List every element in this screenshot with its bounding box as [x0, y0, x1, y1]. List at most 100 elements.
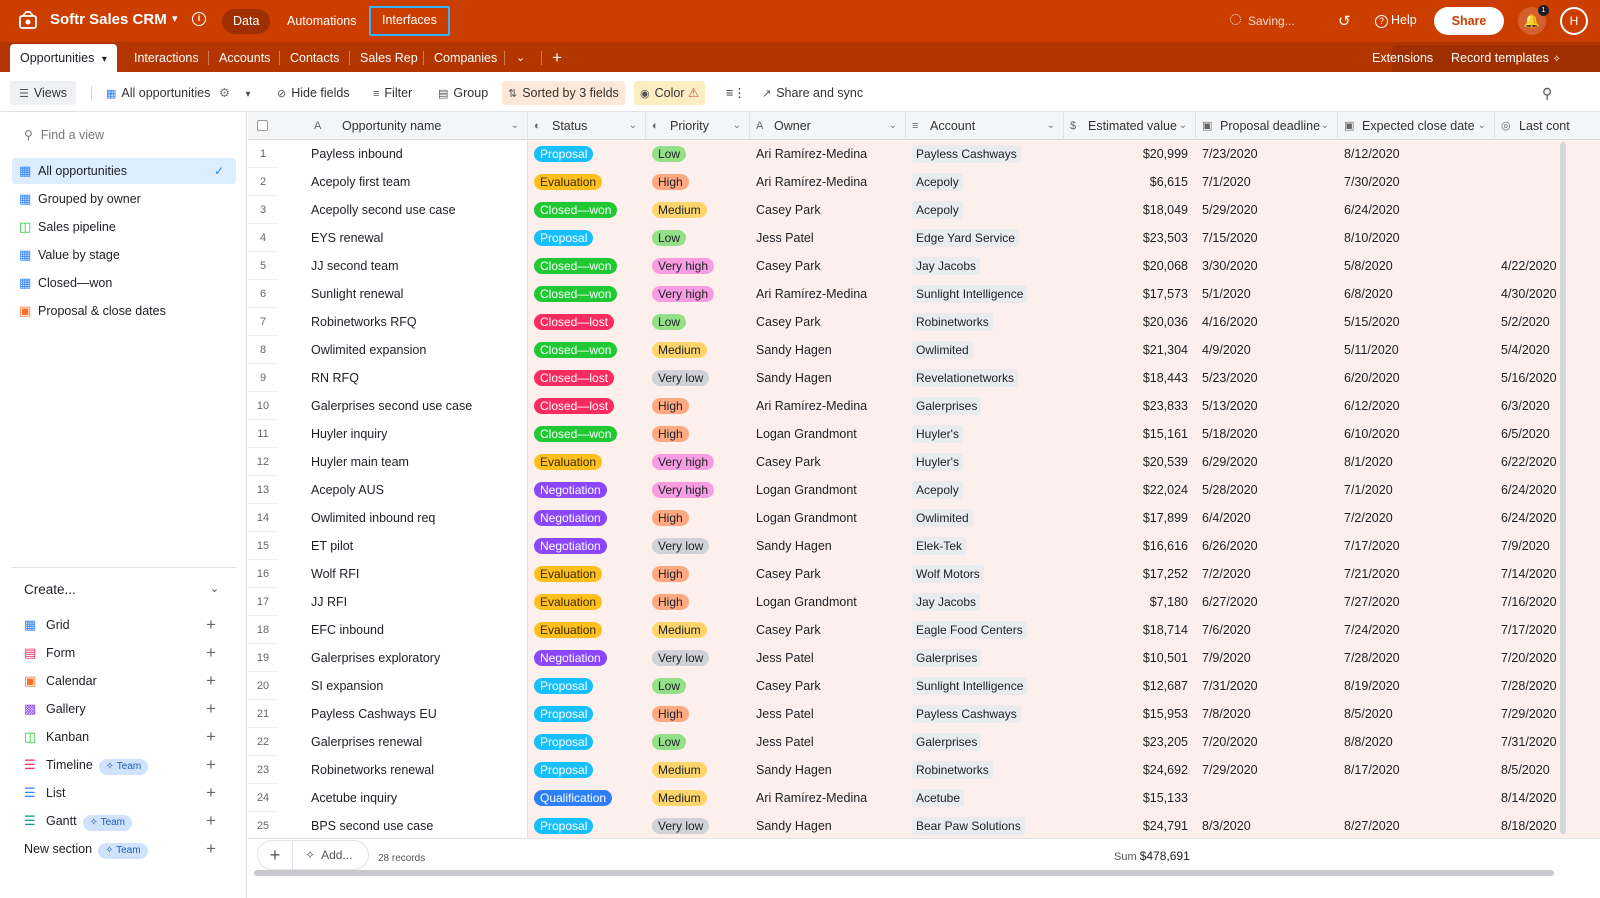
account-cell[interactable]: Acepoly [906, 196, 1064, 224]
proposal-deadline-cell[interactable]: 7/20/2020 [1196, 728, 1338, 756]
expected-close-cell[interactable]: 8/12/2020 [1338, 140, 1495, 168]
status-cell[interactable]: Proposal [528, 224, 646, 252]
color-button[interactable]: ◉ Color ⚠ [634, 81, 706, 105]
opportunity-name-cell[interactable]: Galerprises second use case [278, 392, 528, 420]
account-cell[interactable]: Owlimited [906, 504, 1064, 532]
select-all-checkbox[interactable] [257, 120, 268, 131]
priority-cell[interactable]: Very high [646, 448, 750, 476]
column-header[interactable]: A Owner ⌄ [750, 112, 906, 140]
chevron-down-icon[interactable]: ▾ [102, 54, 107, 65]
share-button[interactable]: Share [1434, 7, 1504, 35]
owner-cell[interactable]: Casey Park [750, 448, 906, 476]
account-chip[interactable]: Elek-Tek [912, 537, 967, 555]
find-view-input[interactable]: ⚲ Find a view [24, 128, 104, 142]
priority-cell[interactable]: Low [646, 224, 750, 252]
app-logo-icon[interactable] [18, 10, 38, 30]
priority-cell[interactable]: High [646, 560, 750, 588]
owner-cell[interactable]: Logan Grandmont [750, 504, 906, 532]
priority-cell[interactable]: Medium [646, 196, 750, 224]
estimated-value-cell[interactable]: $18,049 [1064, 196, 1196, 224]
status-cell[interactable]: Closed—lost [528, 392, 646, 420]
proposal-deadline-cell[interactable]: 4/9/2020 [1196, 336, 1338, 364]
account-cell[interactable]: Elek-Tek [906, 532, 1064, 560]
chevron-down-icon[interactable]: ⌄ [1321, 112, 1329, 140]
owner-cell[interactable]: Ari Ramírez-Medina [750, 392, 906, 420]
table-row[interactable]: 3 Acepolly second use case Closed—won Mediu… [248, 196, 1600, 224]
expected-close-cell[interactable]: 7/28/2020 [1338, 644, 1495, 672]
sidebar-view-item[interactable]: ▣ Proposal & close dates [12, 298, 236, 324]
last-contact-cell[interactable] [1495, 168, 1600, 196]
status-cell[interactable]: Closed—won [528, 420, 646, 448]
opportunity-name-cell[interactable]: Huyler inquiry [278, 420, 528, 448]
priority-cell[interactable]: Low [646, 308, 750, 336]
plus-icon[interactable]: + [206, 668, 216, 694]
proposal-deadline-cell[interactable]: 6/26/2020 [1196, 532, 1338, 560]
create-view-item[interactable]: ☰ List + [22, 780, 222, 806]
opportunity-name-cell[interactable]: Robinetworks RFQ [278, 308, 528, 336]
expected-close-cell[interactable]: 8/27/2020 [1338, 812, 1495, 840]
priority-cell[interactable]: Very low [646, 644, 750, 672]
plus-icon[interactable]: + [206, 808, 216, 834]
table-row[interactable]: 5 JJ second team Closed—won Very high Casey … [248, 252, 1600, 280]
chevron-down-icon[interactable]: ⌄ [511, 112, 519, 140]
opportunity-name-cell[interactable]: Acepoly AUS [278, 476, 528, 504]
account-cell[interactable]: Galerprises [906, 728, 1064, 756]
row-height-icon[interactable]: ≡⋮ [720, 81, 752, 105]
column-header[interactable]: ◐ Status ⌄ [528, 112, 646, 140]
proposal-deadline-cell[interactable]: 7/6/2020 [1196, 616, 1338, 644]
last-contact-cell[interactable]: 7/29/2020 [1495, 700, 1600, 728]
record-templates-button[interactable]: Record templates ✧ [1451, 42, 1561, 72]
view-switcher[interactable]: ▦ All opportunities ⚙ ▾ [100, 81, 257, 105]
estimated-value-cell[interactable]: $6,615 [1064, 168, 1196, 196]
last-contact-cell[interactable]: 7/28/2020 [1495, 672, 1600, 700]
create-view-item[interactable]: ▤ Form + [22, 640, 222, 666]
create-section-title[interactable]: Create... [24, 582, 76, 597]
last-contact-cell[interactable]: 5/4/2020 [1495, 336, 1600, 364]
priority-cell[interactable]: Very high [646, 252, 750, 280]
status-cell[interactable]: Proposal [528, 140, 646, 168]
estimated-value-cell[interactable]: $17,899 [1064, 504, 1196, 532]
account-chip[interactable]: Owlimited [912, 509, 973, 527]
table-row[interactable]: 18 EFC inbound Evaluation Medium Casey Park E… [248, 616, 1600, 644]
opportunity-name-cell[interactable]: Galerprises exploratory [278, 644, 528, 672]
sidebar-view-item[interactable]: ◫ Sales pipeline [12, 214, 236, 240]
last-contact-cell[interactable] [1495, 224, 1600, 252]
plus-icon[interactable]: + [206, 724, 216, 750]
proposal-deadline-cell[interactable]: 5/23/2020 [1196, 364, 1338, 392]
table-tab-contacts[interactable]: Contacts [290, 42, 339, 72]
table-row[interactable]: 23 Robinetworks renewal Proposal Medium Sand… [248, 756, 1600, 784]
scrollbar-thumb[interactable] [254, 870, 1554, 876]
create-view-item[interactable]: ☰ Gantt ✧ Team + [22, 808, 222, 834]
table-row[interactable]: 20 SI expansion Proposal Low Casey Park Sunli… [248, 672, 1600, 700]
expected-close-cell[interactable]: 8/19/2020 [1338, 672, 1495, 700]
table-row[interactable]: 6 Sunlight renewal Closed—won Very high Ari … [248, 280, 1600, 308]
opportunity-name-cell[interactable]: Robinetworks renewal [278, 756, 528, 784]
priority-cell[interactable]: Medium [646, 616, 750, 644]
opportunity-name-cell[interactable]: Galerprises renewal [278, 728, 528, 756]
views-toggle-button[interactable]: ☰ Views [10, 81, 76, 105]
plus-icon[interactable]: + [206, 612, 216, 638]
priority-cell[interactable]: High [646, 392, 750, 420]
expected-close-cell[interactable]: 6/12/2020 [1338, 392, 1495, 420]
chevron-down-icon[interactable]: ⌄ [210, 582, 219, 595]
owner-cell[interactable]: Ari Ramírez-Medina [750, 168, 906, 196]
account-chip[interactable]: Owlimited [912, 341, 973, 359]
account-cell[interactable]: Bear Paw Solutions [906, 812, 1064, 840]
proposal-deadline-cell[interactable]: 7/15/2020 [1196, 224, 1338, 252]
table-row[interactable]: 4 EYS renewal Proposal Low Jess Patel Edge Ya… [248, 224, 1600, 252]
table-row[interactable]: 21 Payless Cashways EU Proposal High Jess Pa… [248, 700, 1600, 728]
table-row[interactable]: 11 Huyler inquiry Closed—won High Logan Gran… [248, 420, 1600, 448]
account-chip[interactable]: Robinetworks [912, 761, 993, 779]
account-cell[interactable]: Eagle Food Centers [906, 616, 1064, 644]
create-view-item[interactable]: ▦ Grid + [22, 612, 222, 638]
expected-close-cell[interactable]: 7/17/2020 [1338, 532, 1495, 560]
user-avatar[interactable]: H [1560, 7, 1588, 35]
chevron-down-icon[interactable]: ⌄ [1047, 112, 1055, 140]
account-chip[interactable]: Galerprises [912, 397, 982, 415]
sidebar-view-item[interactable]: ▦ Closed—won [12, 270, 236, 296]
search-icon[interactable]: ⚲ [1536, 81, 1558, 105]
opportunity-name-cell[interactable]: Sunlight renewal [278, 280, 528, 308]
owner-cell[interactable]: Casey Park [750, 616, 906, 644]
expected-close-cell[interactable]: 8/17/2020 [1338, 756, 1495, 784]
proposal-deadline-cell[interactable]: 7/2/2020 [1196, 560, 1338, 588]
